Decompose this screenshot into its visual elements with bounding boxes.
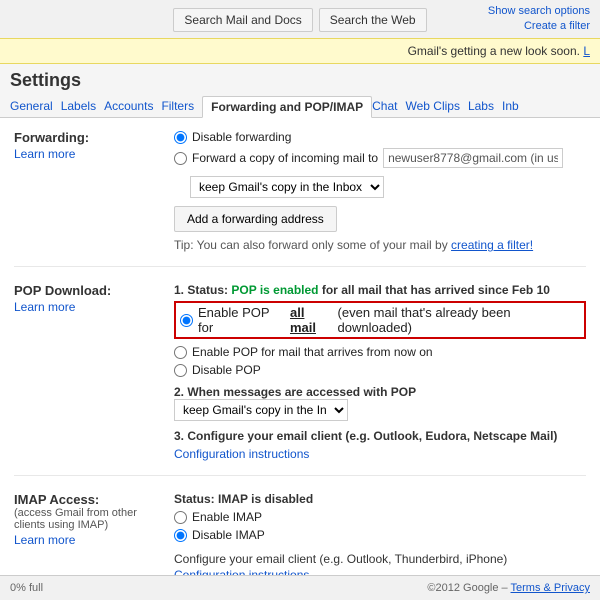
nav-chat[interactable]: Chat [372, 95, 405, 117]
pop-from-now-label: Enable POP for mail that arrives from no… [192, 345, 433, 359]
pop-label: POP Download: Learn more [14, 283, 174, 461]
pop-section: POP Download: Learn more 1. Status: POP … [14, 283, 586, 476]
settings-header: Settings General Labels Accounts Filters… [0, 64, 600, 118]
top-search-bar: Search Mail and Docs Search the Web Show… [0, 0, 600, 38]
pop-learn-more[interactable]: Learn more [14, 300, 162, 314]
search-web-button[interactable]: Search the Web [319, 8, 427, 32]
storage-label: 0% full [10, 582, 43, 594]
pop-step1: 1. Status: POP is enabled for all mail t… [174, 283, 586, 297]
imap-disable-label: Disable IMAP [192, 528, 265, 542]
gmail-copy-dropdown[interactable]: keep Gmail's copy in the Inbox [190, 176, 384, 198]
forwarding-section: Forwarding: Learn more Disable forwardin… [14, 130, 586, 267]
pop-from-now-row: Enable POP for mail that arrives from no… [174, 345, 586, 359]
forward-email-input[interactable] [383, 148, 563, 168]
forwarding-content: Disable forwarding Forward a copy of inc… [174, 130, 586, 252]
notification-link[interactable]: L [583, 44, 590, 58]
nav-labels[interactable]: Labels [61, 95, 104, 117]
pop-disable-radio[interactable] [174, 364, 187, 377]
pop-content: 1. Status: POP is enabled for all mail t… [174, 283, 586, 461]
nav-accounts[interactable]: Accounts [104, 95, 161, 117]
pop-all-mail-bold: all mail [290, 305, 333, 335]
main-content: Forwarding: Learn more Disable forwardin… [0, 118, 600, 598]
forward-copy-row: Forward a copy of incoming mail to [174, 148, 586, 168]
creating-filter-link[interactable]: creating a filter! [451, 238, 533, 252]
pop-all-mail-radio[interactable] [180, 314, 193, 327]
forwarding-title: Forwarding: [14, 130, 162, 145]
nav-labs[interactable]: Labs [468, 95, 502, 117]
disable-forwarding-label: Disable forwarding [192, 130, 291, 144]
pop-all-mail-suffix: (even mail that's already been downloade… [338, 305, 580, 335]
imap-status: Status: IMAP is disabled [174, 492, 586, 506]
imap-title: IMAP Access: [14, 492, 162, 507]
disable-forwarding-row: Disable forwarding [174, 130, 586, 144]
pop-title: POP Download: [14, 283, 162, 298]
add-forwarding-address-button[interactable]: Add a forwarding address [174, 206, 337, 232]
imap-configure-title: Configure your email client (e.g. Outloo… [174, 552, 586, 566]
imap-enable-radio[interactable] [174, 511, 187, 524]
show-options-link[interactable]: Show search options Create a filter [488, 4, 590, 35]
settings-nav: General Labels Accounts Filters Forwardi… [10, 95, 590, 117]
terms-privacy-link[interactable]: Terms & Privacy [511, 582, 590, 594]
footer-copyright: ©2012 Google – Terms & Privacy [427, 582, 590, 594]
notification-bar: Gmail's getting a new look soon. L [0, 38, 600, 64]
imap-disable-row: Disable IMAP [174, 528, 586, 542]
settings-title: Settings [10, 70, 590, 91]
pop-accessed-dropdown[interactable]: keep Gmail's copy in the In [174, 399, 348, 421]
pop-all-mail-row: Enable POP for all mail (even mail that'… [174, 301, 586, 342]
pop-disable-label: Disable POP [192, 363, 261, 377]
forward-copy-label: Forward a copy of incoming mail to [192, 151, 378, 165]
footer-bar: 0% full ©2012 Google – Terms & Privacy [0, 575, 600, 600]
nav-webclips[interactable]: Web Clips [405, 95, 467, 117]
forwarding-label: Forwarding: Learn more [14, 130, 174, 252]
disable-forwarding-radio[interactable] [174, 131, 187, 144]
forwarding-learn-more[interactable]: Learn more [14, 147, 162, 161]
pop-from-now-radio[interactable] [174, 346, 187, 359]
pop-step2: 2. When messages are accessed with POP k… [174, 385, 586, 421]
pop-config-link[interactable]: Configuration instructions [174, 447, 586, 461]
imap-learn-more[interactable]: Learn more [14, 533, 162, 547]
forward-copy-radio[interactable] [174, 152, 187, 165]
pop-step3: 3. Configure your email client (e.g. Out… [174, 429, 586, 443]
imap-enable-row: Enable IMAP [174, 510, 586, 524]
pop-all-mail-label1: Enable POP for [198, 305, 285, 335]
imap-disable-radio[interactable] [174, 529, 187, 542]
nav-inbox[interactable]: Inb [502, 95, 527, 117]
nav-general[interactable]: General [10, 95, 61, 117]
pop-enabled-status: POP is enabled [231, 283, 318, 297]
imap-enable-label: Enable IMAP [192, 510, 262, 524]
pop-highlighted-border: Enable POP for all mail (even mail that'… [174, 301, 586, 339]
pop-disable-row: Disable POP [174, 363, 586, 377]
forwarding-tip: Tip: You can also forward only some of y… [174, 238, 586, 252]
search-mail-docs-button[interactable]: Search Mail and Docs [173, 8, 312, 32]
imap-sublabel: (access Gmail from other clients using I… [14, 507, 162, 531]
nav-forwarding-pop-imap[interactable]: Forwarding and POP/IMAP [202, 96, 372, 118]
nav-filters[interactable]: Filters [161, 95, 202, 117]
